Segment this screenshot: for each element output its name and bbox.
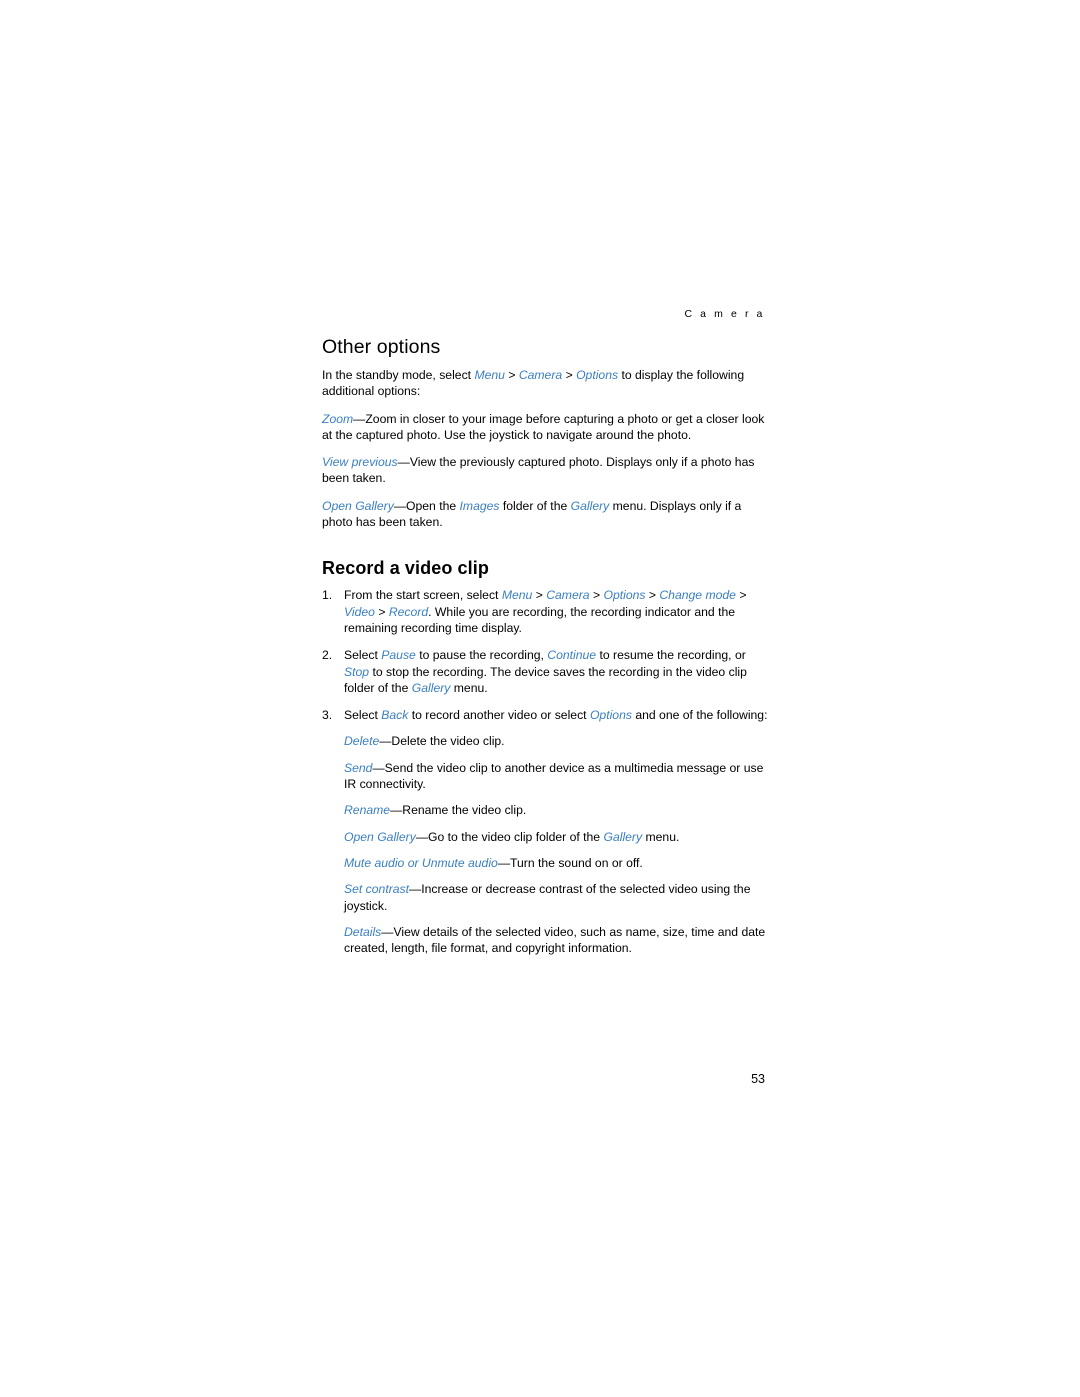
page-number: 53	[751, 1072, 765, 1086]
open-gallery-2-text-b: menu.	[642, 829, 680, 844]
term-mute-audio: Mute audio	[344, 855, 405, 870]
details-description: —View details of the selected video, suc…	[344, 924, 766, 956]
step2-text-d: to stop the recording. The device saves …	[344, 664, 747, 695]
sub-item-delete: Delete—Delete the video clip.	[344, 733, 772, 749]
term-details: Details	[344, 924, 382, 939]
term-menu: Menu	[474, 368, 505, 382]
step3-text-b: to record another video or select	[408, 708, 590, 723]
step-number: 3.	[322, 708, 333, 723]
term-unmute-audio: Unmute audio	[421, 855, 498, 870]
step1-term-change-mode: Change mode	[659, 588, 736, 603]
list-item: 1. From the start screen, select Menu > C…	[322, 587, 772, 636]
step1-sep-2: >	[589, 588, 604, 603]
step2-text-a: Select	[344, 648, 382, 663]
sub-item-rename: Rename—Rename the video clip.	[344, 802, 772, 818]
document-page: C a m e r a Other options In the standby…	[0, 0, 1080, 1397]
zoom-description: —Zoom in closer to your image before cap…	[322, 411, 765, 442]
open-gallery-2-text-a: —Go to the video clip folder of the	[415, 829, 604, 844]
paragraph-view-previous: View previous—View the previously captur…	[322, 454, 772, 487]
running-head: C a m e r a	[684, 308, 765, 320]
mute-audio-conjunction: or	[404, 855, 422, 870]
step-number: 1.	[322, 588, 333, 603]
step1-sep-1: >	[532, 588, 547, 603]
steps-list: 1. From the start screen, select Menu > C…	[322, 587, 772, 956]
step2-term-pause: Pause	[381, 648, 416, 663]
step1-term-record: Record	[388, 604, 429, 619]
step1-term-video: Video	[344, 604, 375, 619]
open-gallery-text-b: folder of the	[499, 498, 571, 513]
term-send: Send	[344, 760, 373, 775]
sep-2: >	[562, 368, 577, 382]
term-delete: Delete	[344, 734, 380, 749]
term-zoom: Zoom	[322, 411, 354, 426]
rename-description: —Rename the video clip.	[390, 803, 527, 818]
sub-item-open-gallery: Open Gallery—Go to the video clip folder…	[344, 829, 772, 845]
step1-text-a: From the start screen, select	[344, 588, 502, 603]
paragraph-intro: In the standby mode, select Menu > Camer…	[322, 367, 772, 400]
step3-term-options: Options	[589, 708, 632, 723]
page-content: Other options In the standby mode, selec…	[322, 336, 772, 967]
term-open-gallery-2: Open Gallery	[344, 829, 416, 844]
open-gallery-text-a: —Open the	[393, 498, 460, 513]
sub-item-send: Send—Send the video clip to another devi…	[344, 760, 772, 793]
term-options: Options	[576, 368, 619, 382]
paragraph-open-gallery: Open Gallery—Open the Images folder of t…	[322, 498, 772, 531]
step3-text-a: Select	[344, 708, 382, 723]
term-camera: Camera	[518, 368, 563, 382]
sub-item-details: Details—View details of the selected vid…	[344, 924, 772, 957]
send-description: —Send the video clip to another device a…	[344, 760, 764, 792]
step-number: 2.	[322, 648, 333, 663]
step1-term-options: Options	[603, 588, 646, 603]
sep-1: >	[504, 368, 519, 382]
step1-sep-5: >	[374, 604, 389, 619]
section-title-record-video: Record a video clip	[322, 558, 489, 579]
step1-term-camera: Camera	[546, 588, 590, 603]
term-gallery: Gallery	[570, 498, 610, 513]
step2-text-c: to resume the recording, or	[596, 648, 746, 663]
term-open-gallery: Open Gallery	[322, 498, 394, 513]
step1-sep-4: >	[735, 588, 747, 603]
sub-item-set-contrast: Set contrast—Increase or decrease contra…	[344, 881, 772, 914]
term-set-contrast: Set contrast	[344, 882, 410, 897]
term-rename: Rename	[344, 803, 391, 818]
step2-text-e: menu.	[450, 680, 488, 695]
options-sub-list: Delete—Delete the video clip. Send—Send …	[344, 733, 772, 956]
step1-term-menu: Menu	[501, 588, 533, 603]
term-view-previous: View previous	[322, 455, 398, 470]
list-item: 2. Select Pause to pause the recording, C…	[322, 647, 772, 696]
delete-description: —Delete the video clip.	[379, 734, 505, 749]
term-images: Images	[459, 498, 500, 513]
step2-term-stop: Stop	[344, 664, 370, 679]
step3-text-c: and one of the following:	[631, 708, 768, 723]
term-gallery-2: Gallery	[603, 829, 643, 844]
step2-term-gallery: Gallery	[411, 680, 451, 695]
step3-term-back: Back	[381, 708, 409, 723]
step1-sep-3: >	[645, 588, 660, 603]
section-title-other-options: Other options	[322, 336, 441, 358]
paragraph-zoom: Zoom—Zoom in closer to your image before…	[322, 411, 772, 444]
list-item: 3. Select Back to record another video or…	[322, 707, 772, 956]
step2-term-continue: Continue	[547, 648, 597, 663]
intro-text-a: In the standby mode, select	[322, 368, 475, 382]
step2-text-b: to pause the recording,	[415, 648, 548, 663]
sub-item-mute-audio: Mute audio or Unmute audio—Turn the soun…	[344, 855, 772, 871]
mute-audio-description: —Turn the sound on or off.	[497, 855, 643, 870]
